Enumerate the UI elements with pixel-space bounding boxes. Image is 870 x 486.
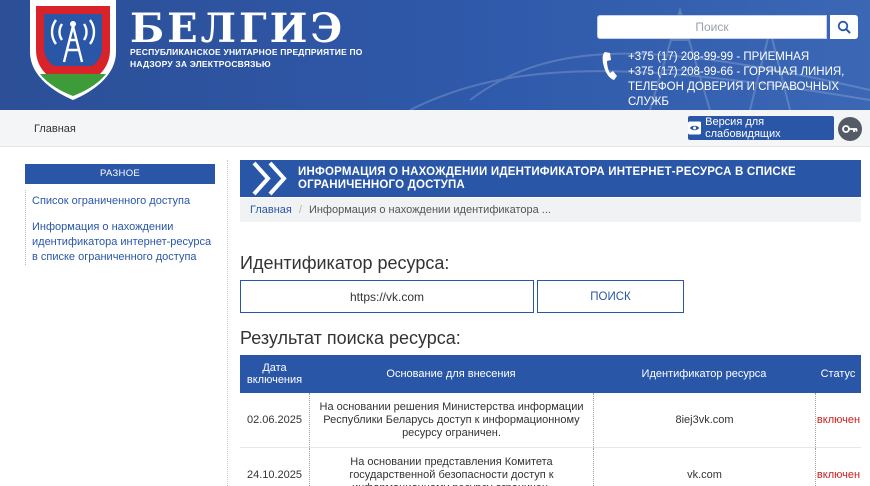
table-header: Дата включения Основание для внесения Ид… (240, 355, 861, 393)
cell-resource: 8iej3vk.com (593, 393, 815, 447)
double-chevron-icon (252, 161, 287, 196)
search-button[interactable] (830, 15, 858, 39)
sidebar-menu: Список ограниченного доступа Информация … (25, 190, 215, 265)
resource-identifier-input[interactable] (240, 280, 534, 313)
low-vision-label: Версия для слабовидящих (705, 116, 781, 140)
column-header-resource: Идентификатор ресурса (641, 368, 767, 380)
breadcrumb: Главная / Информация о нахождении идентифи… (240, 198, 861, 222)
column-header-status: Статус (820, 368, 856, 380)
cell-date: 02.06.2025 (246, 413, 303, 426)
nav-home-link[interactable]: Главная (34, 123, 76, 135)
column-header-date: Дата включения (246, 362, 303, 386)
sidebar-item-restricted-list[interactable]: Список ограниченного доступа (32, 194, 215, 209)
cell-resource: vk.com (593, 448, 815, 486)
brand-subtitle: РЕСПУБЛИКАНСКОЕ УНИТАРНОЕ ПРЕДПРИЯТИЕ ПО… (130, 47, 363, 69)
cell-date: 24.10.2025 (246, 468, 303, 481)
page-title: ИНФОРМАЦИЯ О НАХОЖДЕНИИ ИДЕНТИФИКАТОРА И… (298, 166, 796, 191)
breadcrumb-current: Информация о нахождении идентификатора .… (308, 204, 551, 216)
logo[interactable] (26, 0, 120, 100)
cell-status: включен (815, 448, 861, 486)
table-row: 02.06.2025 На основании решения Министер… (240, 393, 861, 448)
phone-reception: +375 (17) 208-99-99 - ПРИЕМНАЯ (628, 51, 810, 63)
key-icon (842, 125, 858, 133)
page-title-banner: ИНФОРМАЦИЯ О НАХОЖДЕНИИ ИДЕНТИФИКАТОРА И… (240, 160, 861, 197)
contact-phones: +375 (17) 208-99-99 - ПРИЕМНАЯ +375 (17)… (628, 50, 870, 110)
phone-hotline: +375 (17) 208-99-66 - ГОРЯЧАЯ ЛИНИЯ, (628, 66, 845, 78)
results-table: Дата включения Основание для внесения Ид… (240, 355, 861, 486)
main-navbar: Главная Версия для слабовидящих (0, 110, 870, 147)
phone-icon (602, 52, 617, 80)
result-heading: Результат поиска ресурса: (240, 328, 461, 348)
low-vision-version-button[interactable]: Версия для слабовидящих (688, 116, 834, 140)
sidebar-heading: РАЗНОЕ (25, 164, 215, 184)
search-input[interactable] (597, 15, 827, 39)
phone-hotline-note: ТЕЛЕФОН ДОВЕРИЯ И СПРАВОЧНЫХ СЛУЖБ (628, 81, 840, 108)
breadcrumb-separator: / (298, 204, 302, 216)
login-key-button[interactable] (838, 117, 862, 141)
table-row: 24.10.2025 На основании представления Ко… (240, 448, 861, 486)
site-header: БЕЛГИЭ РЕСПУБЛИКАНСКОЕ УНИТАРНОЕ ПРЕДПРИ… (0, 0, 870, 110)
radio-tower-shield-logo (30, 0, 116, 100)
sidebar-item-identifier-info[interactable]: Информация о нахождении идентификатора и… (32, 220, 215, 265)
column-header-basis: Основание для внесения (386, 368, 516, 380)
brand-name: БЕЛГИЭ (130, 5, 346, 52)
search-icon (837, 20, 851, 34)
resource-search-button[interactable]: ПОИСК (537, 280, 684, 313)
eye-icon (688, 121, 702, 135)
cell-status: включен (815, 393, 861, 447)
column-divider (227, 160, 228, 486)
cell-basis: На основании решения Министерства информ… (309, 393, 593, 447)
cell-basis: На основании представления Комитета госу… (309, 448, 593, 486)
breadcrumb-home[interactable]: Главная (250, 204, 292, 216)
identifier-heading: Идентификатор ресурса: (240, 253, 450, 273)
